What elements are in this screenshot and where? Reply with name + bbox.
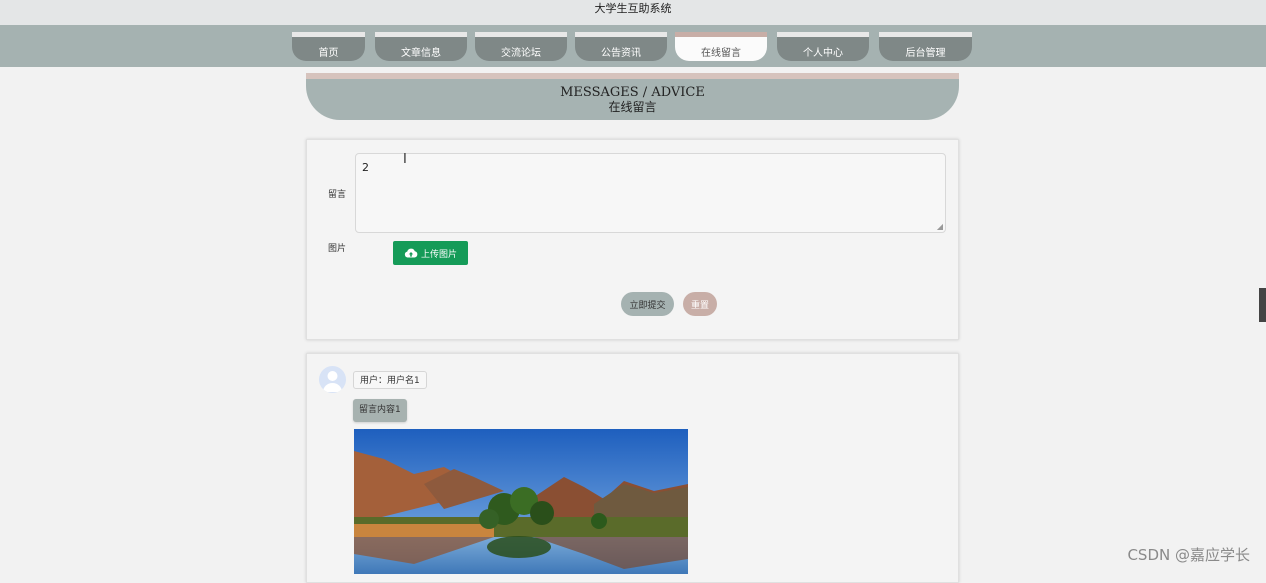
reset-label: 重置 (690, 300, 709, 311)
nav-item-forum[interactable]: 交流论坛 (475, 32, 567, 61)
text-cursor-icon: I (403, 152, 407, 167)
nav-item-articles[interactable]: 文章信息 (375, 32, 467, 61)
nav-label: 文章信息 (401, 47, 441, 59)
nav-label: 公告资讯 (601, 47, 641, 59)
nav-label: 在线留言 (701, 47, 741, 59)
upload-label: 上传图片 (420, 249, 457, 260)
nav-item-profile[interactable]: 个人中心 (777, 32, 869, 61)
site-title: 大学生互助系统 (594, 2, 672, 15)
message-image (354, 429, 688, 574)
nav-label: 首页 (318, 47, 339, 59)
nav-label: 交流论坛 (501, 47, 541, 59)
side-panel-tab[interactable] (1259, 288, 1266, 322)
message-textarea[interactable]: 2 ◢ (355, 153, 946, 233)
reset-button[interactable]: 重置 (683, 292, 717, 316)
banner-title-cn: 在线留言 (608, 100, 657, 114)
nav-item-messages[interactable]: 在线留言 (675, 32, 767, 61)
message-text: 2 (362, 161, 369, 174)
section-banner: MESSAGES / ADVICE 在线留言 (306, 73, 959, 120)
upload-image-button[interactable]: 上传图片 (393, 241, 468, 265)
image-label: 图片 (328, 244, 347, 254)
watermark: CSDN @嘉应学长 (1127, 546, 1250, 564)
nav-item-announcements[interactable]: 公告资讯 (575, 32, 667, 61)
user-avatar-icon (323, 371, 342, 392)
nav-label: 后台管理 (905, 47, 946, 59)
banner-title-en: MESSAGES / ADVICE (560, 85, 705, 100)
avatar (319, 366, 346, 393)
nav-item-home[interactable]: 首页 (292, 32, 365, 61)
message-form: 留言 2 ◢ I 图片 上传图片 立即提交 重置 (306, 139, 959, 340)
nav-label: 个人中心 (803, 47, 843, 59)
message-label: 留言 (328, 190, 347, 200)
mountain-lake-photo (354, 429, 688, 574)
site-title-bar: 大学生互助系统 (0, 0, 1266, 25)
cloud-upload-icon (404, 248, 418, 258)
main-nav: 首页 文章信息 交流论坛 公告资讯 在线留言 个人中心 后台管理 (0, 25, 1266, 67)
message-item: 用户：用户名1 留言内容1 (306, 353, 959, 583)
submit-button[interactable]: 立即提交 (621, 292, 674, 316)
message-user: 用户：用户名1 (353, 371, 427, 389)
resize-handle-icon[interactable]: ◢ (937, 222, 943, 231)
nav-item-admin[interactable]: 后台管理 (879, 32, 972, 61)
submit-label: 立即提交 (629, 300, 666, 311)
message-content: 留言内容1 (353, 399, 407, 422)
